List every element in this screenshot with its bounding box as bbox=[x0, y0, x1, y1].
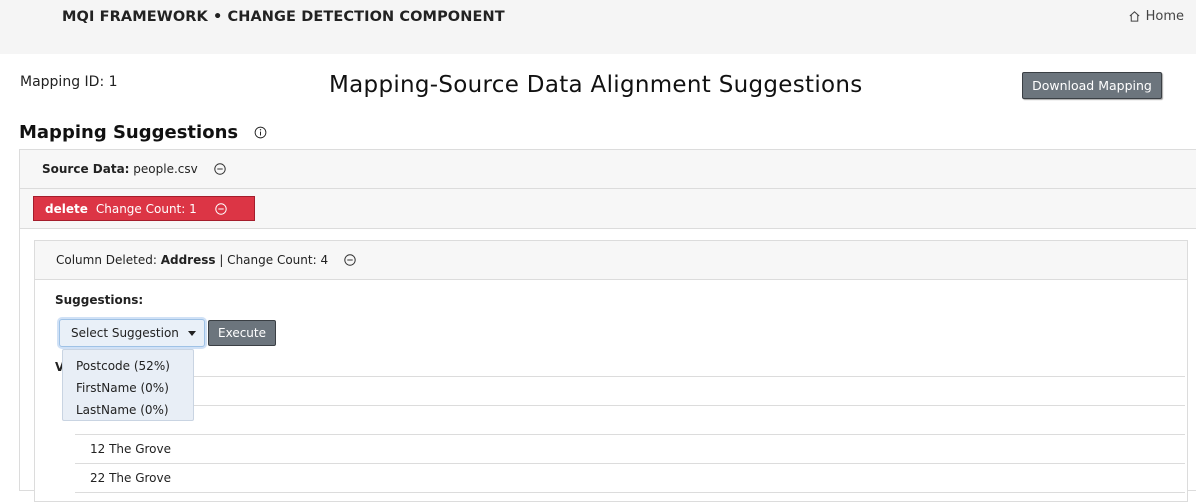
column-change-card: Column Deleted: Address | Change Count: … bbox=[34, 240, 1188, 502]
delete-change-badge[interactable]: delete Change Count: 1 bbox=[33, 196, 255, 221]
column-deleted-prefix: Column Deleted: bbox=[56, 253, 157, 267]
column-deleted-name: Address bbox=[160, 253, 216, 267]
suggestion-option-postcode[interactable]: Postcode (52%) bbox=[63, 355, 193, 377]
collapse-change-icon[interactable] bbox=[215, 202, 227, 215]
section-title: Mapping Suggestions bbox=[19, 122, 267, 143]
column-deleted-text: Column Deleted: Address | Change Count: … bbox=[56, 253, 356, 267]
page-title: Mapping-Source Data Alignment Suggestion… bbox=[329, 72, 863, 98]
change-type-row: delete Change Count: 1 bbox=[20, 189, 1196, 229]
home-label[interactable]: Home bbox=[1146, 9, 1184, 24]
app-brand: MQI FRAMEWORK • CHANGE DETECTION COMPONE… bbox=[62, 9, 505, 25]
home-link[interactable]: Home bbox=[1128, 9, 1184, 24]
suggestion-option-lastname[interactable]: LastName (0%) bbox=[63, 399, 193, 421]
value-row: 12 The Grove bbox=[75, 435, 1185, 464]
collapse-column-icon[interactable] bbox=[344, 254, 356, 266]
source-data-header: Source Data: people.csv bbox=[20, 150, 1196, 189]
value-row: 22 The Grove bbox=[75, 464, 1185, 493]
value-row bbox=[75, 406, 1185, 435]
column-change-count: | Change Count: 4 bbox=[219, 253, 329, 267]
top-navbar: MQI FRAMEWORK • CHANGE DETECTION COMPONE… bbox=[0, 0, 1196, 54]
select-suggestion-dropdown[interactable]: Select Suggestion bbox=[59, 319, 205, 347]
value-row bbox=[75, 377, 1185, 406]
suggestion-dropdown-menu: Postcode (52%) FirstName (0%) LastName (… bbox=[62, 349, 194, 421]
column-change-header: Column Deleted: Address | Change Count: … bbox=[35, 241, 1187, 280]
mapping-id: Mapping ID: 1 bbox=[20, 74, 118, 90]
change-type-label: delete bbox=[45, 201, 88, 216]
download-mapping-button[interactable]: Download Mapping bbox=[1022, 72, 1162, 99]
source-data-label: Source Data: bbox=[42, 162, 130, 176]
suggestion-option-firstname[interactable]: FirstName (0%) bbox=[63, 377, 193, 399]
values-table: 12 The Grove 22 The Grove bbox=[75, 376, 1185, 493]
section-title-text: Mapping Suggestions bbox=[19, 122, 239, 143]
select-suggestion-label: Select Suggestion bbox=[71, 326, 179, 340]
source-data-card: Source Data: people.csv delete Change Co… bbox=[19, 149, 1196, 502]
execute-button[interactable]: Execute bbox=[208, 320, 276, 346]
source-data-file: people.csv bbox=[133, 162, 198, 176]
home-icon bbox=[1129, 11, 1140, 22]
collapse-source-icon[interactable] bbox=[213, 163, 226, 175]
caret-down-icon bbox=[187, 330, 196, 336]
info-icon[interactable] bbox=[254, 126, 267, 139]
change-count: Change Count: 1 bbox=[95, 201, 197, 216]
suggestions-label: Suggestions: bbox=[55, 293, 144, 307]
source-data-text: Source Data: people.csv bbox=[42, 162, 226, 176]
